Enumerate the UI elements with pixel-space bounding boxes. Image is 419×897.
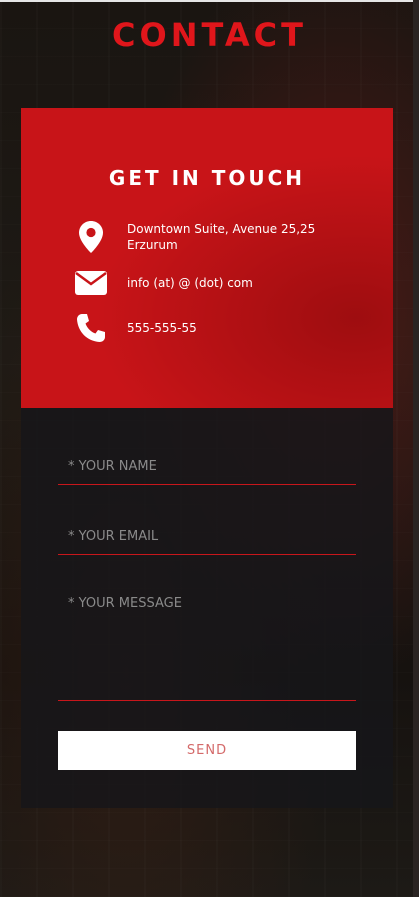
email-text: info (at) @ (dot) com: [127, 276, 253, 290]
phone-text: 555-555-55: [127, 321, 197, 335]
address-line-1: Downtown Suite, Avenue 25,25: [127, 222, 316, 236]
top-divider: [0, 0, 413, 2]
email-row: info (at) @ (dot) com: [73, 271, 373, 295]
phone-icon: [73, 313, 109, 343]
contact-form: SEND: [21, 408, 393, 808]
send-button[interactable]: SEND: [58, 731, 356, 770]
phone-row: 555-555-55: [73, 313, 373, 343]
address-line-2: Erzurum: [127, 238, 178, 252]
info-heading: GET IN TOUCH: [108, 166, 306, 190]
info-panel: GET IN TOUCH Downtown Suite, Avenue 25,2…: [21, 108, 393, 408]
map-marker-icon: [73, 221, 109, 253]
message-textarea[interactable]: [58, 588, 356, 700]
email-input[interactable]: [58, 518, 356, 554]
message-field-wrapper: [58, 588, 356, 701]
envelope-icon: [73, 271, 109, 295]
address-row: Downtown Suite, Avenue 25,25 Erzurum: [73, 221, 373, 253]
scrollbar[interactable]: [413, 0, 419, 897]
contact-card: GET IN TOUCH Downtown Suite, Avenue 25,2…: [21, 108, 393, 808]
name-field-wrapper: [58, 448, 356, 485]
email-field-wrapper: [58, 518, 356, 555]
name-input[interactable]: [58, 448, 356, 484]
page-title: CONTACT: [112, 16, 307, 54]
address-text: Downtown Suite, Avenue 25,25 Erzurum: [127, 221, 315, 253]
